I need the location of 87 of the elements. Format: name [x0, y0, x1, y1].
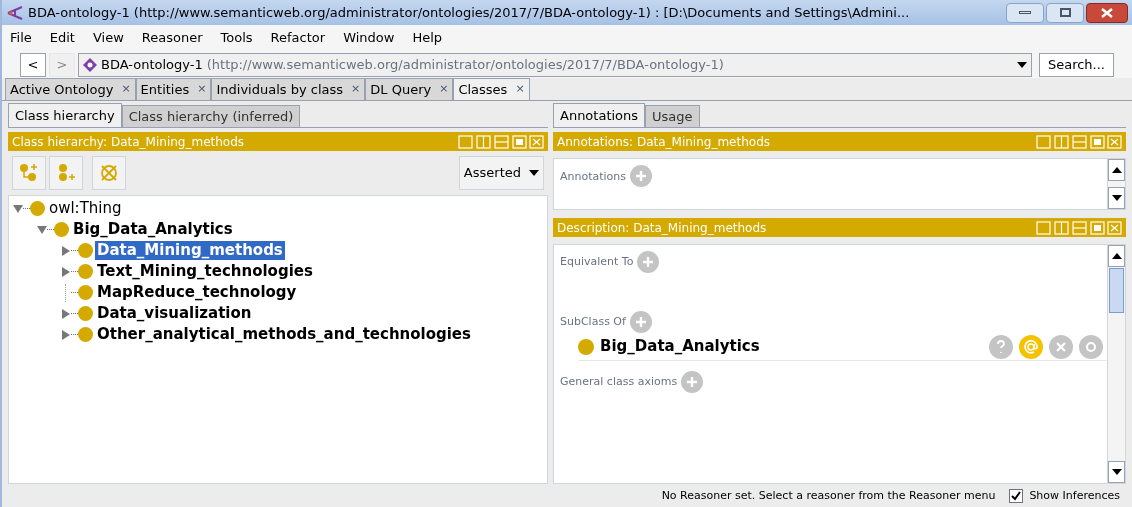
class-icon [54, 222, 69, 237]
menu-item[interactable]: File [10, 28, 32, 48]
menu-item[interactable]: Help [412, 28, 443, 48]
close-button[interactable] [1086, 2, 1128, 23]
collapsed-triangle-icon[interactable] [61, 266, 71, 277]
collapsed-triangle-icon[interactable] [61, 245, 71, 256]
diamond-icon [83, 57, 97, 72]
tab-close-button[interactable]: × [121, 81, 131, 98]
view-tab[interactable]: Annotations [553, 103, 646, 127]
add-sibling-icon [56, 163, 76, 183]
workspace-tab[interactable]: DL Query × [365, 78, 454, 100]
workspace-tab[interactable]: Active Ontology × [5, 78, 136, 100]
menu-item[interactable]: View [92, 28, 124, 48]
tree-item[interactable]: owl:Thing [47, 199, 124, 218]
maximize-button[interactable] [1046, 2, 1084, 23]
scrollbar[interactable] [1107, 245, 1125, 483]
ontology-name: BDA-ontology-1 [101, 55, 203, 74]
class-icon [30, 201, 45, 216]
menu-item[interactable]: Window [343, 28, 395, 48]
collapsed-triangle-icon[interactable] [61, 329, 71, 340]
tree-item[interactable]: Data_visualization [95, 304, 254, 323]
tree-item[interactable]: Other_analytical_methods_and_technologies [95, 325, 473, 344]
dropdown-caret-icon [1016, 61, 1027, 68]
class-icon [78, 306, 93, 321]
window-title: BDA-ontology-1 (http://www.semanticweb.org/administrator/ontologies/2017/7/BDA-ontology-1) : [D:\Documents and Settings\Admini... [28, 3, 911, 22]
app-logo-icon [6, 4, 24, 21]
view-tab[interactable]: Usage [645, 105, 700, 127]
section-label: Equivalent To [560, 253, 634, 270]
class-icon [78, 285, 93, 300]
section-label: SubClass Of [560, 313, 626, 330]
view-controls-icon [458, 134, 544, 149]
reasoner-status: No Reasoner set. Select a reasoner from the Reasoner menu [661, 487, 996, 504]
tree-item[interactable]: Data_Mining_methods [95, 241, 285, 260]
tab-close-button[interactable]: × [515, 81, 525, 98]
close-icon [1101, 7, 1113, 18]
ontology-iri: (http://www.semanticweb.org/administrator/ontologies/2017/7/BDA-ontology-1) [206, 55, 725, 74]
class-icon [78, 243, 93, 258]
section-label: Annotations [560, 169, 627, 185]
view-controls-icon [1036, 220, 1122, 235]
tab-close-button[interactable]: × [351, 81, 361, 98]
checkbox-label: Show Inferences [1029, 487, 1120, 504]
show-inferences-checkbox[interactable] [1009, 489, 1024, 503]
scroll-up-icon[interactable] [1111, 167, 1122, 173]
hierarchy-mode-dropdown[interactable]: Asserted [458, 156, 544, 190]
tab-label: Classes [458, 80, 508, 99]
tab-label: Entities [140, 80, 190, 99]
class-icon [78, 264, 93, 279]
back-button[interactable]: < [20, 52, 46, 77]
ontology-selector[interactable]: BDA-ontology-1 (http://www.semanticweb.org/administrator/ontologies/2017/7/BDA-ontology-1) [78, 52, 1032, 77]
search-button[interactable]: Search... [1038, 52, 1114, 77]
tree-item[interactable]: Big_Data_Analytics [71, 220, 235, 239]
scroll-down-icon[interactable] [1111, 195, 1122, 201]
view-tab[interactable]: Class hierarchy (inferred) [121, 105, 301, 127]
scrollbar-thumb[interactable] [1109, 268, 1124, 313]
menu-item[interactable]: Refactor [270, 28, 326, 48]
menu-item[interactable]: Edit [49, 28, 75, 48]
menu-item[interactable]: Tools [220, 28, 253, 48]
collapsed-triangle-icon[interactable] [61, 308, 71, 319]
tab-label: Active Ontology [10, 80, 114, 99]
scrollbar[interactable] [1107, 159, 1125, 209]
minimize-button[interactable] [1006, 2, 1044, 23]
expanded-triangle-icon[interactable] [37, 224, 47, 235]
class-expression[interactable]: Big_Data_Analytics [600, 335, 983, 358]
panel-title: Annotations: Data_Mining_methods [557, 133, 770, 151]
tree-item[interactable]: MapReduce_technology [95, 283, 299, 302]
workspace-tab[interactable]: Entities × [135, 78, 212, 100]
panel-title: Class hierarchy: Data_Mining_methods [12, 133, 245, 151]
scroll-up-icon[interactable] [1111, 253, 1122, 259]
workspace-tab[interactable]: Individuals by class × [211, 78, 366, 100]
scroll-down-icon[interactable] [1111, 469, 1122, 475]
tab-close-button[interactable]: × [439, 81, 449, 98]
view-tab[interactable]: Class hierarchy [8, 103, 122, 127]
section-label: General class axioms [560, 373, 678, 390]
delete-class-icon [99, 163, 119, 183]
workspace-tab[interactable]: Classes × [453, 78, 530, 100]
tab-close-button[interactable]: × [197, 81, 207, 98]
menu-item[interactable]: Reasoner [141, 28, 203, 48]
class-icon [78, 327, 93, 342]
tree-item[interactable]: Text_Mining_technologies [95, 262, 315, 281]
dropdown-caret-icon [529, 170, 539, 176]
panel-title: Description: Data_Mining_methods [557, 219, 767, 237]
expanded-triangle-icon[interactable] [13, 203, 23, 214]
add-subclass-icon [19, 163, 39, 183]
class-icon [578, 338, 594, 355]
view-controls-icon [1036, 134, 1122, 149]
tab-label: DL Query [370, 80, 432, 99]
tab-label: Individuals by class [216, 80, 344, 99]
